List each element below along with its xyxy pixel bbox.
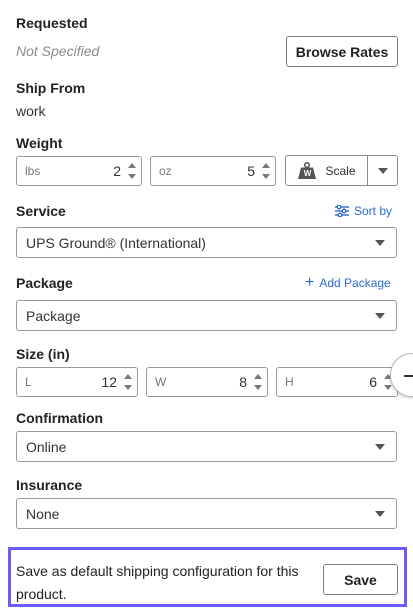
chevron-down-icon xyxy=(375,511,385,517)
ship-from-label: Ship From xyxy=(16,80,86,96)
plus-icon: + xyxy=(305,274,315,291)
requested-label: Requested xyxy=(16,15,88,31)
remove-package-button[interactable] xyxy=(389,353,413,399)
package-select[interactable]: Package xyxy=(16,300,397,331)
service-selected: UPS Ground® (International) xyxy=(26,235,206,251)
scale-button[interactable]: W Scale xyxy=(286,156,367,185)
scale-dropdown-toggle[interactable] xyxy=(368,156,397,185)
scale-label: Scale xyxy=(325,163,356,178)
increment-icon[interactable] xyxy=(262,163,270,168)
lbs-stepper[interactable] xyxy=(128,163,136,179)
size-height-field[interactable]: H 6 xyxy=(276,367,398,397)
add-package-link[interactable]: + Add Package xyxy=(305,274,391,291)
requested-value: Not Specified xyxy=(16,43,100,59)
width-value: 8 xyxy=(239,374,247,390)
weight-label: Weight xyxy=(16,135,63,151)
confirmation-label: Confirmation xyxy=(16,410,104,426)
package-selected: Package xyxy=(26,308,81,324)
chevron-down-icon xyxy=(375,313,385,319)
width-stepper[interactable] xyxy=(254,374,262,390)
weight-lbs-field[interactable]: lbs 2 xyxy=(16,156,142,186)
browse-rates-button[interactable]: Browse Rates xyxy=(286,36,398,67)
save-default-text: Save as default shipping configuration f… xyxy=(16,563,299,602)
increment-icon[interactable] xyxy=(254,374,262,379)
lbs-unit: lbs xyxy=(25,164,41,178)
oz-value: 5 xyxy=(247,163,255,179)
increment-icon[interactable] xyxy=(124,374,132,379)
sliders-icon xyxy=(335,205,349,217)
decrement-icon[interactable] xyxy=(254,385,262,390)
oz-unit: oz xyxy=(159,164,172,178)
height-value: 6 xyxy=(369,374,377,390)
increment-icon[interactable] xyxy=(128,163,136,168)
insurance-label: Insurance xyxy=(16,477,83,493)
length-stepper[interactable] xyxy=(124,374,132,390)
minus-icon xyxy=(404,375,413,377)
chevron-down-icon xyxy=(378,168,388,174)
weight-oz-field[interactable]: oz 5 xyxy=(150,156,276,186)
service-label: Service xyxy=(16,203,66,219)
length-unit: L xyxy=(25,375,32,389)
decrement-icon[interactable] xyxy=(124,385,132,390)
package-label: Package xyxy=(16,275,73,291)
scale-weight-icon: W xyxy=(297,161,317,180)
oz-stepper[interactable] xyxy=(262,163,270,179)
chevron-down-icon xyxy=(375,444,385,450)
ship-from-value: work xyxy=(16,103,46,119)
add-package-label: Add Package xyxy=(319,276,391,290)
save-button[interactable]: Save xyxy=(323,564,398,595)
width-unit: W xyxy=(155,375,167,389)
length-value: 12 xyxy=(101,374,117,390)
lbs-value: 2 xyxy=(113,163,121,179)
size-length-field[interactable]: L 12 xyxy=(16,367,138,397)
service-select[interactable]: UPS Ground® (International) xyxy=(16,227,397,258)
size-width-field[interactable]: W 8 xyxy=(146,367,268,397)
scale-split-button: W Scale xyxy=(285,155,398,186)
decrement-icon[interactable] xyxy=(128,174,136,179)
sort-by-link[interactable]: Sort by xyxy=(335,204,392,218)
save-default-panel: Save as default shipping configuration f… xyxy=(8,547,407,607)
size-label: Size (in) xyxy=(16,346,70,362)
insurance-select[interactable]: None xyxy=(16,498,397,529)
insurance-selected: None xyxy=(26,506,60,522)
confirmation-selected: Online xyxy=(26,439,67,455)
confirmation-select[interactable]: Online xyxy=(16,431,397,462)
height-unit: H xyxy=(285,375,294,389)
sort-by-label: Sort by xyxy=(354,204,393,218)
scale-icon-letter: W xyxy=(303,168,312,178)
decrement-icon[interactable] xyxy=(262,174,270,179)
chevron-down-icon xyxy=(375,240,385,246)
